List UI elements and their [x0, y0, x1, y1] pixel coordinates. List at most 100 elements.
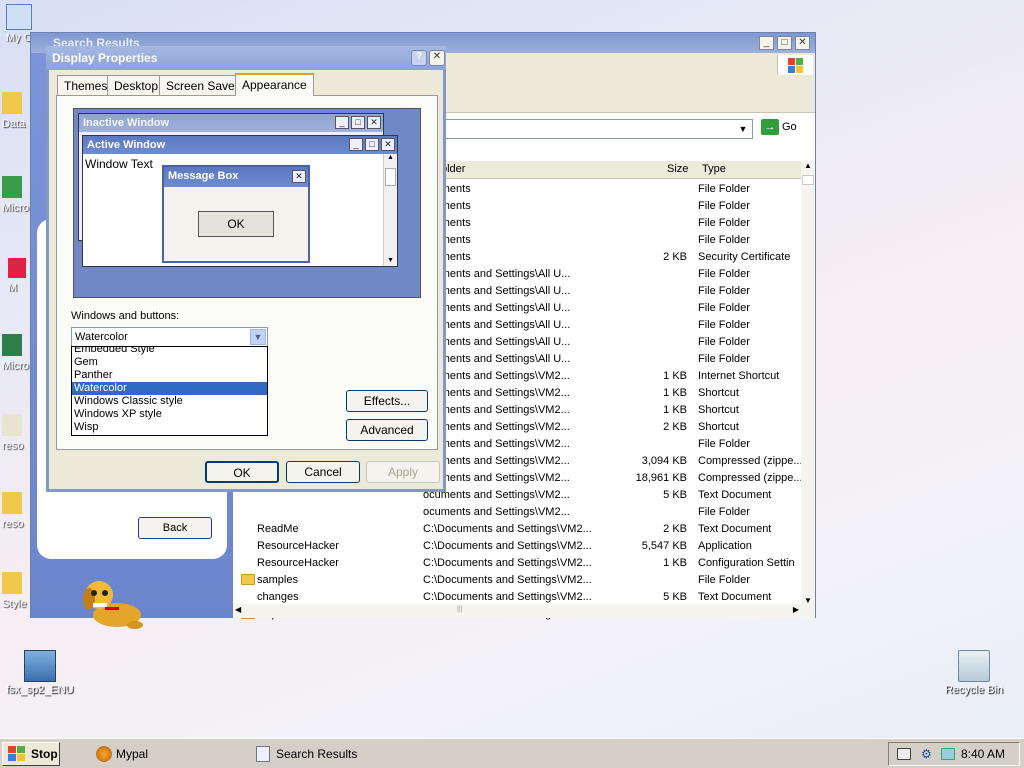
desktop-icon-fsx-sp2[interactable]: fsx_sp2_ENU — [0, 650, 80, 696]
dropdown-option[interactable]: Watercolor — [72, 382, 267, 395]
mypal-icon — [96, 746, 112, 762]
row-folder: ocuments and Settings\VM2... — [423, 404, 570, 416]
go-button[interactable]: → Go — [761, 119, 805, 139]
go-label: Go — [782, 121, 797, 133]
cancel-button[interactable]: Cancel — [286, 461, 360, 483]
row-folder: C:\Documents and Settings\VM2... — [423, 574, 592, 586]
desktop-icon-data[interactable]: Data — [2, 92, 32, 130]
row-size: 2 KB — [663, 421, 687, 433]
row-folder: ocuments — [423, 200, 471, 212]
table-row[interactable]: ReadMe C:\Documents and Settings\VM2... 2 … — [233, 521, 801, 538]
row-type: File Folder — [698, 234, 750, 246]
row-type: Text Document — [698, 489, 772, 501]
appearance-panel: Inactive Window _ □ ✕ Active Window _ □ ✕ Wi… — [56, 95, 438, 450]
network-icon[interactable]: ⚙ — [921, 747, 937, 761]
advanced-button[interactable]: Advanced — [346, 419, 428, 441]
table-row[interactable]: ResourceHacker C:\Documents and Settings\… — [233, 555, 801, 572]
scroll-left-icon[interactable]: ◀ — [235, 605, 241, 614]
row-folder: C:\Documents and Settings\VM2... — [423, 523, 592, 535]
keyboard-icon[interactable] — [897, 748, 911, 760]
scroll-down-icon[interactable]: ▼ — [801, 596, 815, 605]
row-size: 2 KB — [663, 523, 687, 535]
task-mypal[interactable]: Mypal — [90, 742, 240, 766]
desktop-icon-label: M — [8, 282, 18, 294]
row-type: File Folder — [698, 336, 750, 348]
row-size: 1 KB — [663, 387, 687, 399]
folder-icon — [2, 92, 22, 114]
desktop-icon-micro-1[interactable]: Micro — [2, 176, 32, 214]
row-name: ResourceHacker — [257, 557, 339, 569]
minimize-button[interactable]: _ — [759, 36, 774, 50]
message-box-title: Message Box — [164, 167, 308, 187]
desktop-icon-label: Recycle Bin — [944, 684, 1004, 696]
desktop-icon-style[interactable]: Style — [2, 572, 32, 610]
monitor-icon[interactable] — [941, 748, 955, 760]
dropdown-option[interactable]: Windows Classic style — [72, 395, 267, 408]
row-size: 1 KB — [663, 370, 687, 382]
row-size: 18,961 KB — [635, 472, 687, 484]
tab-screen-saver[interactable]: Screen Saver — [159, 75, 246, 95]
ok-button[interactable]: OK — [205, 461, 279, 483]
row-type: File Folder — [698, 438, 750, 450]
scroll-thumb[interactable] — [802, 175, 814, 185]
dropdown-option[interactable]: Wisp — [72, 421, 267, 434]
active-window-caption-buttons: _ □ ✕ — [347, 138, 395, 151]
tab-themes[interactable]: Themes — [57, 75, 115, 95]
chevron-down-icon[interactable]: ▼ — [736, 122, 750, 136]
system-tray: ⚙ 8:40 AM — [888, 742, 1020, 766]
row-folder: ocuments and Settings\VM2... — [423, 455, 570, 467]
dropdown-option[interactable]: Gem — [72, 356, 267, 369]
tab-appearance[interactable]: Appearance — [235, 73, 314, 96]
row-folder: ocuments — [423, 217, 471, 229]
message-box-preview: Message Box ✕ OK — [162, 165, 310, 263]
chevron-down-icon[interactable]: ▼ — [250, 329, 266, 345]
scroll-right-icon[interactable]: ▶ — [793, 605, 799, 614]
row-folder: ocuments and Settings\VM2... — [423, 438, 570, 450]
row-folder: C:\Documents and Settings\VM2... — [423, 591, 592, 603]
maximize-button[interactable]: □ — [777, 36, 792, 50]
horizontal-scrollbar[interactable]: ◀ ||| ▶ — [233, 604, 801, 618]
table-row[interactable]: ResourceHacker C:\Documents and Settings\… — [233, 538, 801, 555]
row-folder: ocuments and Settings\VM2... — [423, 421, 570, 433]
scroll-thumb[interactable]: ||| — [457, 606, 469, 615]
message-box-caption-buttons: ✕ — [290, 170, 306, 183]
row-type: Configuration Settin — [698, 557, 795, 569]
table-row[interactable]: ocuments and Settings\VM2... File Folder — [233, 504, 801, 521]
search-dog-icon — [83, 581, 143, 629]
row-folder: ocuments and Settings\All U... — [423, 336, 571, 348]
vertical-scrollbar[interactable]: ▲ ▼ — [801, 161, 815, 619]
row-folder: C:\Documents and Settings\VM2... — [423, 540, 592, 552]
scroll-up-icon[interactable]: ▲ — [801, 161, 815, 170]
desktop-icon-reso-1[interactable]: reso — [2, 414, 32, 452]
row-name: ResourceHacker — [257, 540, 339, 552]
row-folder: ocuments — [423, 251, 471, 263]
apply-button[interactable]: Apply — [366, 461, 440, 483]
task-search-results[interactable]: Search Results — [250, 742, 410, 766]
table-row[interactable]: samples C:\Documents and Settings\VM2... F… — [233, 572, 801, 589]
tab-desktop[interactable]: Desktop — [107, 75, 166, 95]
column-header-type[interactable]: Type — [702, 163, 726, 175]
row-folder: C:\Documents and Settings\VM2... — [423, 557, 592, 569]
back-button[interactable]: Back — [138, 517, 212, 539]
start-button[interactable]: Stop — [2, 742, 60, 766]
close-button[interactable]: ✕ — [795, 36, 810, 50]
windows-and-buttons-dropdown: Embedded Style Gem Panther Watercolor Window… — [71, 346, 268, 436]
help-button[interactable]: ? — [411, 50, 427, 66]
effects-button[interactable]: Effects... — [346, 390, 428, 412]
desktop-icon-recycle-bin[interactable]: Recycle Bin — [934, 650, 1014, 696]
column-header-size[interactable]: Size — [667, 163, 688, 175]
row-folder: ocuments and Settings\All U... — [423, 268, 571, 280]
dropdown-option[interactable]: Embedded Style — [72, 347, 267, 356]
desktop-icon-reso-2[interactable]: reso — [2, 492, 32, 530]
app-icon — [8, 258, 26, 278]
windows-and-buttons-select[interactable]: Watercolor ▼ — [71, 327, 268, 347]
row-type: Application — [698, 540, 752, 552]
dropdown-option[interactable]: Windows XP style — [72, 408, 267, 421]
row-size: 5,547 KB — [641, 540, 687, 552]
close-button[interactable]: ✕ — [429, 50, 445, 66]
dropdown-option[interactable]: Panther — [72, 369, 267, 382]
desktop-icon-micro-2[interactable]: Micro — [2, 334, 32, 372]
row-folder: ocuments and Settings\VM2... — [423, 506, 570, 518]
row-type: File Folder — [698, 574, 750, 586]
row-folder: ocuments and Settings\All U... — [423, 319, 571, 331]
